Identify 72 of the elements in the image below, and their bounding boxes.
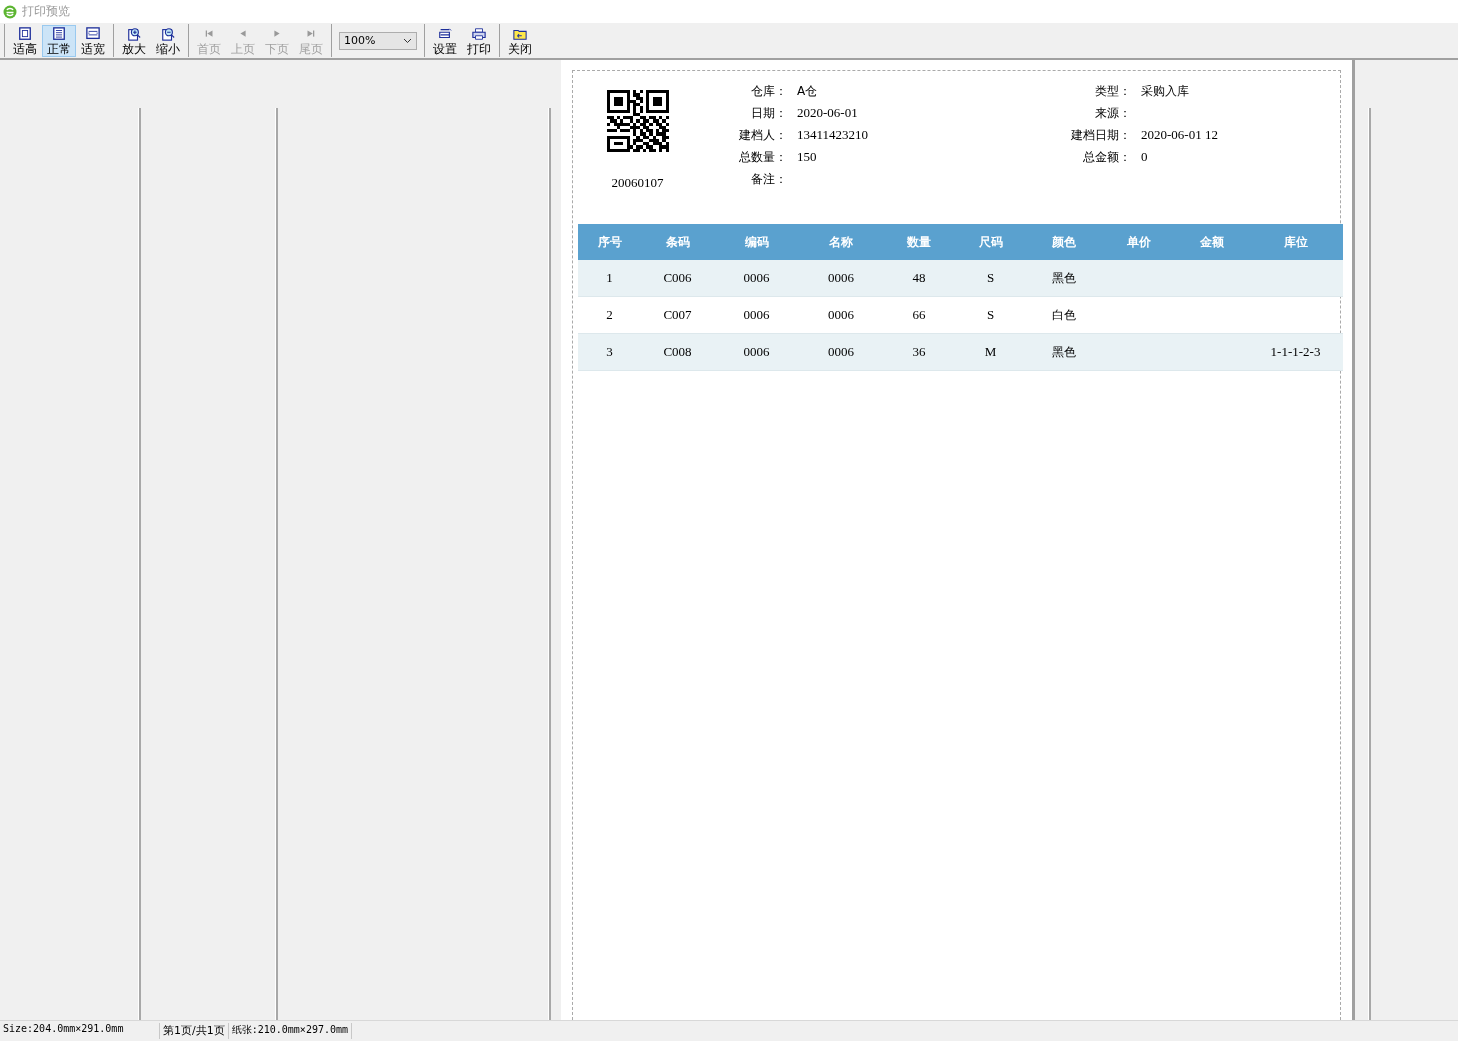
column-header: 颜色 — [1026, 224, 1102, 260]
table-cell: 48 — [883, 260, 955, 297]
table-cell: 0006 — [714, 260, 799, 297]
table-cell: 白色 — [1026, 296, 1102, 334]
app-logo-icon — [3, 4, 17, 19]
toolbar-button[interactable]: 放大 — [117, 24, 151, 57]
field-value: 2020-06-01 12 — [1141, 127, 1219, 143]
column-header: 单价 — [1102, 224, 1176, 260]
table-cell: 黑色 — [1026, 333, 1102, 371]
table-cell: S — [955, 296, 1026, 334]
qr-code-drawing — [606, 90, 669, 152]
table-cell: 36 — [883, 333, 955, 371]
table-cell: 黑色 — [1026, 260, 1102, 297]
column-header: 编码 — [714, 224, 799, 260]
fit-height-icon — [16, 26, 34, 41]
column-header: 序号 — [578, 224, 641, 260]
table-cell: 1-1-1-2-3 — [1248, 333, 1343, 371]
column-header: 尺码 — [955, 224, 1026, 260]
column-header: 金额 — [1176, 224, 1248, 260]
toolbar-button[interactable]: 适宽 — [76, 24, 110, 57]
field-label: 来源： — [1094, 105, 1132, 121]
toolbar-button[interactable]: 缩小 — [151, 24, 185, 57]
toolbar-button[interactable]: 正常 — [42, 24, 76, 57]
table-cell: 66 — [883, 296, 955, 334]
chevron-down-icon — [403, 37, 412, 44]
window-title: 打印预览 — [22, 3, 70, 20]
toolbar-button[interactable]: 关闭 — [503, 24, 537, 57]
status-text: Size:204.0mm×291.0mm — [0, 1023, 160, 1039]
field-value: 13411423210 — [797, 127, 870, 143]
field-label: 仓库： — [750, 83, 788, 99]
column-header: 名称 — [799, 224, 883, 260]
printer-icon — [470, 26, 488, 41]
column-header: 数量 — [883, 224, 955, 260]
field-label: 总金额： — [1082, 149, 1132, 165]
field-value: 0 — [1141, 149, 1149, 165]
field-label: 类型： — [1094, 83, 1132, 99]
fit-width-icon — [84, 26, 102, 41]
zoom-out-icon — [159, 26, 177, 41]
field-label: 建档日期： — [1070, 127, 1132, 143]
table-cell: 0006 — [714, 296, 799, 334]
table-cell: 0006 — [799, 296, 883, 334]
table-cell: 0006 — [799, 333, 883, 371]
status-text: 第1页/共1页 — [160, 1023, 229, 1039]
zoom-dropdown[interactable]: 100% — [339, 31, 417, 50]
table-cell: 2 — [578, 296, 641, 334]
table-cell: C006 — [641, 260, 714, 297]
field-value: A仓 — [797, 83, 819, 99]
field-label: 建档人： — [738, 127, 788, 143]
field-label: 总数量： — [738, 149, 788, 165]
table-cell: C007 — [641, 296, 714, 334]
toolbar-button[interactable]: 打印 — [462, 24, 496, 57]
table-cell: M — [955, 333, 1026, 371]
barcode-number: 20060107 — [611, 175, 664, 191]
column-header: 条码 — [641, 224, 714, 260]
table-cell: 1 — [578, 260, 641, 297]
page-icon — [50, 26, 68, 41]
table-cell: S — [955, 260, 1026, 297]
field-value: 2020-06-01 — [797, 105, 859, 121]
field-label: 备注： — [750, 171, 788, 187]
table-cell: 0006 — [799, 260, 883, 297]
table-cell: 0006 — [714, 333, 799, 371]
status-text: 纸张:210.0mm×297.0mm — [228, 1023, 353, 1039]
field-value: 采购入库 — [1141, 83, 1190, 99]
toolbar-button[interactable]: 适高 — [8, 24, 42, 57]
column-header: 库位 — [1248, 224, 1343, 260]
printer-setup-icon — [436, 26, 454, 41]
zoom-in-icon — [125, 26, 143, 41]
field-label: 日期： — [750, 105, 788, 121]
toolbar-button[interactable]: 设置 — [428, 24, 462, 57]
table-cell: 3 — [578, 333, 641, 371]
table-cell: C008 — [641, 333, 714, 371]
field-value: 150 — [797, 149, 818, 165]
